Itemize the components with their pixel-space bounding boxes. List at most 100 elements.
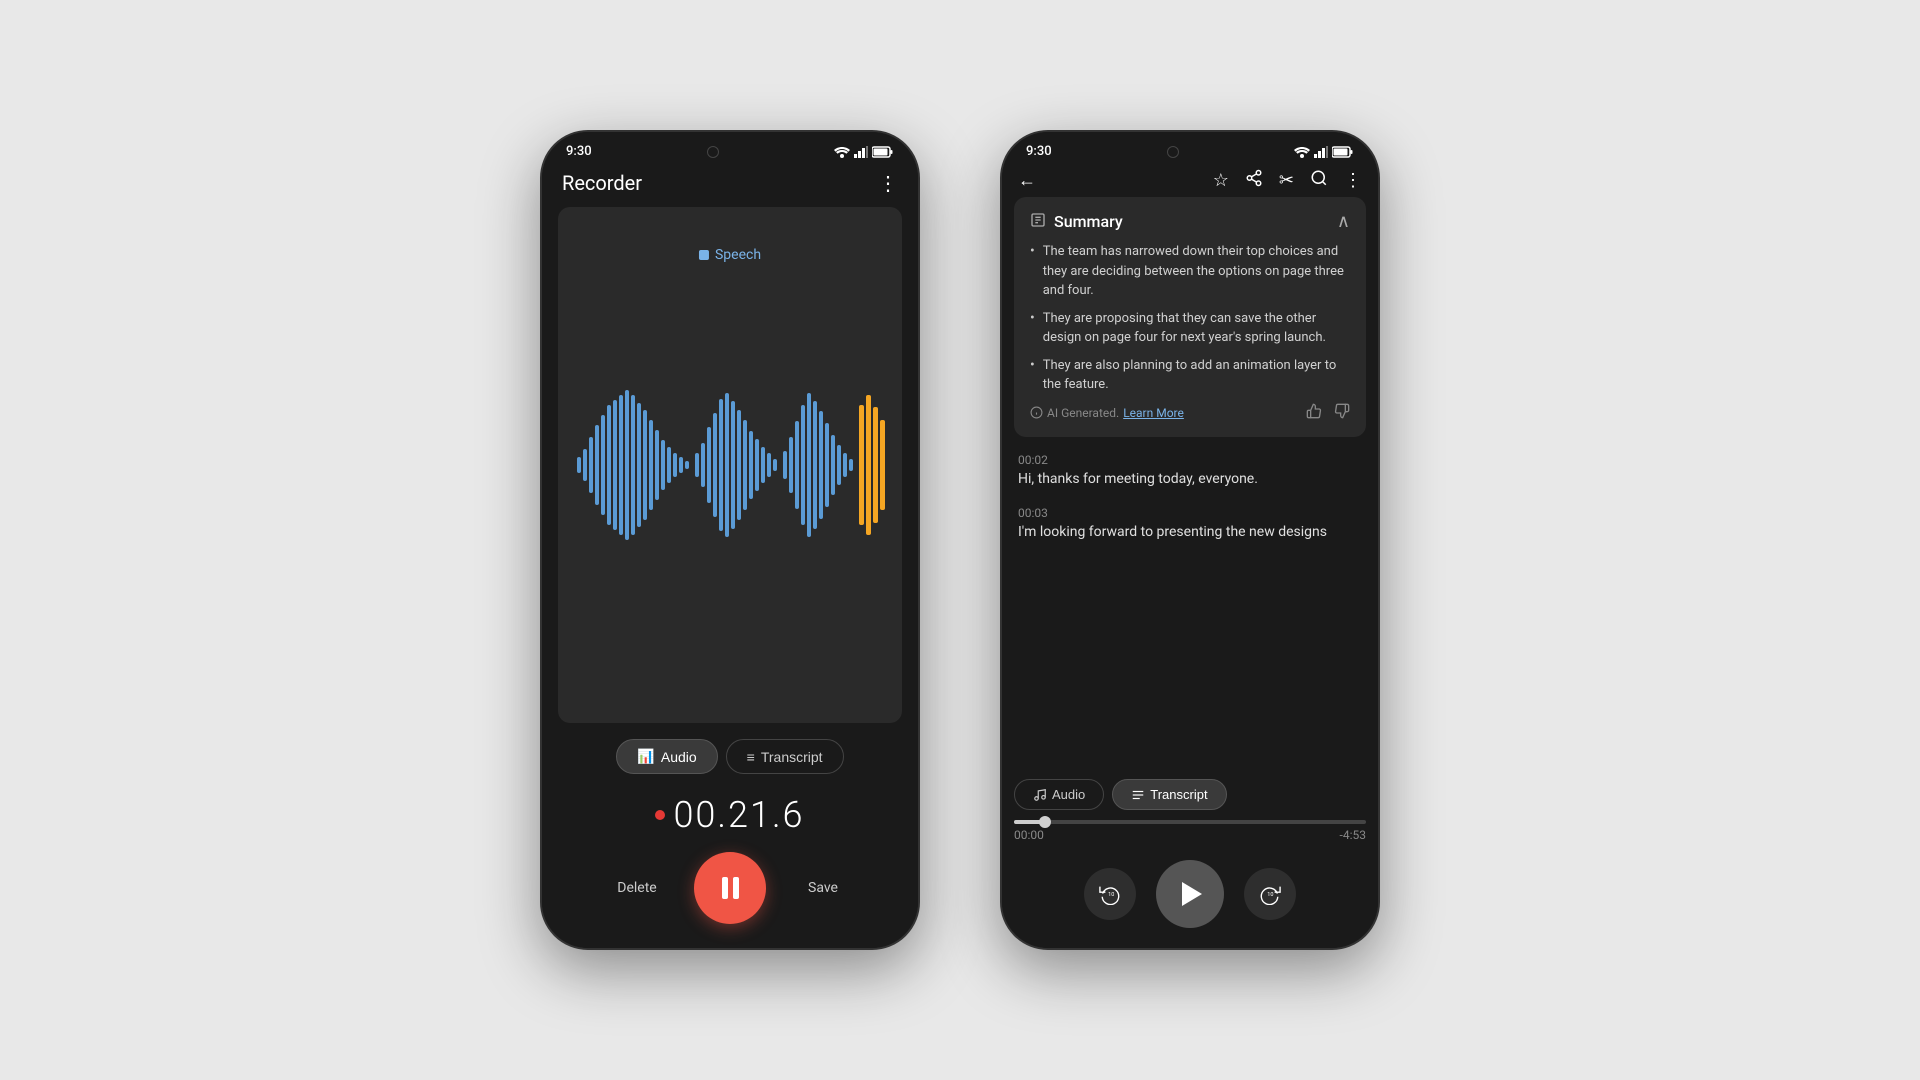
camera-notch-1 xyxy=(707,146,719,158)
transcript-entry-1: 00:02 Hi, thanks for meeting today, ever… xyxy=(1014,445,1366,498)
bullet-text-3: They are also planning to add an animati… xyxy=(1043,356,1350,395)
share-button[interactable] xyxy=(1245,169,1263,191)
summary-header: Summary ∧ xyxy=(1030,211,1350,232)
transcript-entry-2: 00:03 I'm looking forward to presenting … xyxy=(1014,498,1366,551)
ai-generated-label: AI Generated. Learn More xyxy=(1030,406,1184,420)
transcript-time-2: 00:03 xyxy=(1018,506,1362,520)
player-section: Audio Transcript 00:00 -4:53 10 xyxy=(1002,771,1378,948)
player-tabs: Audio Transcript xyxy=(1014,779,1366,810)
search-button[interactable] xyxy=(1310,169,1328,191)
share-icon xyxy=(1245,169,1263,187)
current-time: 00:00 xyxy=(1014,828,1044,842)
summary-title-text: Summary xyxy=(1054,212,1123,231)
camera-notch-2 xyxy=(1167,146,1179,158)
tab-transcript[interactable]: ≡ Transcript xyxy=(726,739,844,774)
pause-button[interactable] xyxy=(694,852,766,924)
more-menu-button[interactable]: ⋮ xyxy=(1344,170,1362,191)
status-time-1: 9:30 xyxy=(566,144,592,159)
phone-recorder: 9:30 Recorder ⋮ xyxy=(540,130,920,950)
speech-dot-icon xyxy=(699,250,709,260)
phone-transcript: 9:30 ← ☆ xyxy=(1000,130,1380,950)
summary-doc-icon xyxy=(1030,212,1046,232)
thumbs-down-icon xyxy=(1334,403,1350,419)
audio-tab-icon: 📊 xyxy=(637,748,654,765)
menu-button[interactable]: ⋮ xyxy=(878,171,898,195)
signal-icon xyxy=(854,146,868,158)
nav-bar-transcript: ← ☆ ✂ ⋮ xyxy=(1002,163,1378,197)
progress-thumb xyxy=(1039,816,1051,828)
ai-footer: AI Generated. Learn More xyxy=(1030,403,1350,423)
rewind-button[interactable]: 10 xyxy=(1084,868,1136,920)
learn-more-link[interactable]: Learn More xyxy=(1123,406,1184,420)
signal-icon-2 xyxy=(1314,146,1328,158)
wifi-icon-2 xyxy=(1294,146,1310,158)
status-icons-2 xyxy=(1294,146,1354,158)
player-transcript-label: Transcript xyxy=(1150,787,1207,802)
progress-bar[interactable] xyxy=(1014,820,1366,824)
summary-card: Summary ∧ • The team has narrowed down t… xyxy=(1014,197,1366,437)
forward-button[interactable]: 10 xyxy=(1244,868,1296,920)
transcript-tab-icon: ≡ xyxy=(747,749,755,765)
thumbs-up-button[interactable] xyxy=(1306,403,1322,423)
transcript-text-1: Hi, thanks for meeting today, everyone. xyxy=(1018,469,1362,490)
delete-button[interactable]: Delete xyxy=(612,880,662,896)
tab-audio[interactable]: 📊 Audio xyxy=(616,739,717,774)
summary-title-row: Summary xyxy=(1030,212,1123,232)
transcript-tab-icon-2 xyxy=(1131,788,1145,802)
pause-icon xyxy=(722,877,739,899)
player-audio-label: Audio xyxy=(1052,787,1085,802)
summary-bullet-2: • They are proposing that they can save … xyxy=(1030,309,1350,348)
forward-icon: 10 xyxy=(1259,883,1281,905)
remaining-time: -4:53 xyxy=(1340,828,1366,842)
play-button[interactable] xyxy=(1156,860,1224,928)
battery-icon-2 xyxy=(1332,146,1354,158)
playback-controls: 10 10 xyxy=(1014,852,1366,948)
status-bar-1: 9:30 xyxy=(542,132,918,163)
wifi-icon xyxy=(834,146,850,158)
transcript-content: Summary ∧ • The team has narrowed down t… xyxy=(1002,197,1378,771)
battery-icon xyxy=(872,146,894,158)
pause-bar-right xyxy=(733,877,739,899)
svg-text:10: 10 xyxy=(1108,892,1114,898)
thumbs-up-icon xyxy=(1306,403,1322,419)
app-title: Recorder xyxy=(562,171,642,195)
transcript-time-1: 00:02 xyxy=(1018,453,1362,467)
audio-tab-label: Audio xyxy=(661,749,697,765)
play-icon xyxy=(1182,882,1202,906)
transcript-text-2: I'm looking forward to presenting the ne… xyxy=(1018,522,1362,543)
cut-button[interactable]: ✂ xyxy=(1279,170,1294,191)
bullet-text-2: They are proposing that they can save th… xyxy=(1043,309,1350,348)
save-button[interactable]: Save xyxy=(798,880,848,896)
audio-tab-icon-2 xyxy=(1033,788,1047,802)
summary-bullet-3: • They are also planning to add an anima… xyxy=(1030,356,1350,395)
star-button[interactable]: ☆ xyxy=(1213,170,1229,191)
summary-bullet-1: • The team has narrowed down their top c… xyxy=(1030,242,1350,301)
pause-bar-left xyxy=(722,877,728,899)
player-tab-transcript[interactable]: Transcript xyxy=(1112,779,1226,810)
recording-controls: Delete Save xyxy=(542,840,918,948)
info-icon xyxy=(1030,406,1043,419)
recorder-tabs: 📊 Audio ≡ Transcript xyxy=(542,727,918,786)
waveform-svg xyxy=(575,385,885,545)
waveform-container: Speech xyxy=(558,207,902,723)
status-bar-2: 9:30 xyxy=(1002,132,1378,163)
timer-display: 00.21.6 xyxy=(673,794,804,836)
back-button[interactable]: ← xyxy=(1018,170,1036,191)
thumbs-down-button[interactable] xyxy=(1334,403,1350,423)
bullet-text-1: The team has narrowed down their top cho… xyxy=(1043,242,1350,301)
time-row: 00:00 -4:53 xyxy=(1014,828,1366,842)
status-icons-1 xyxy=(834,146,894,158)
app-bar-recorder: Recorder ⋮ xyxy=(542,163,918,203)
rec-indicator xyxy=(655,810,665,820)
rewind-icon: 10 xyxy=(1099,883,1121,905)
speech-label: Speech xyxy=(699,247,761,263)
status-time-2: 9:30 xyxy=(1026,144,1052,159)
collapse-button[interactable]: ∧ xyxy=(1337,211,1350,232)
doc-icon xyxy=(1030,212,1046,228)
transcript-tab-label: Transcript xyxy=(761,749,823,765)
progress-fill xyxy=(1014,820,1042,824)
search-icon-2 xyxy=(1310,169,1328,187)
svg-text:10: 10 xyxy=(1267,892,1273,898)
timer-row: 00.21.6 xyxy=(542,786,918,840)
player-tab-audio[interactable]: Audio xyxy=(1014,779,1104,810)
